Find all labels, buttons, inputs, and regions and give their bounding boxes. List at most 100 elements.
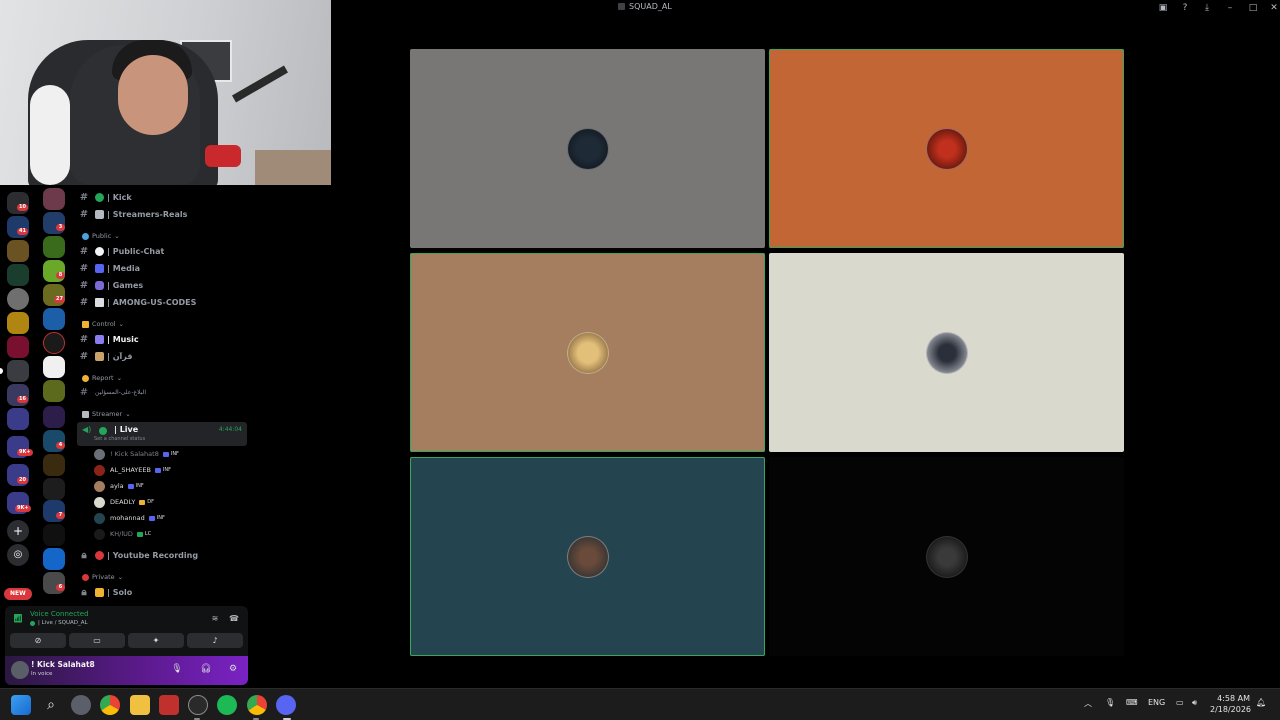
- channel-solo[interactable]: 🔒︎ | Solo: [78, 584, 246, 600]
- camera-off-button[interactable]: ⊘: [10, 633, 66, 648]
- screen-share-icon[interactable]: ▣: [1155, 1, 1171, 15]
- voice-member[interactable]: KH/lUD LC: [94, 527, 151, 541]
- chrome-icon[interactable]: [247, 695, 267, 715]
- search-icon[interactable]: ⌕: [41, 695, 61, 715]
- server-icon[interactable]: [43, 236, 65, 258]
- server-icon[interactable]: [43, 356, 65, 378]
- activities-button[interactable]: ✦: [128, 633, 184, 648]
- disconnect-icon[interactable]: ☎: [228, 614, 240, 624]
- screen-share-button[interactable]: ▭: [69, 633, 125, 648]
- server-icon[interactable]: [7, 264, 29, 286]
- server-icon[interactable]: [43, 332, 65, 354]
- maximize-button[interactable]: □: [1245, 1, 1261, 15]
- download-icon[interactable]: ⤓: [1199, 1, 1215, 15]
- system-clock[interactable]: 4:58 AM 2/18/2026: [1210, 693, 1251, 715]
- hash-icon: #: [79, 245, 89, 257]
- hash-icon: #: [79, 333, 89, 345]
- video-tile[interactable]: [769, 49, 1124, 248]
- help-icon[interactable]: ?: [1177, 1, 1193, 15]
- channel-games[interactable]: # | Games: [78, 277, 246, 293]
- server-icon[interactable]: [43, 454, 65, 476]
- microphone-icon[interactable]: 🎙︎: [171, 664, 183, 676]
- spotify-icon[interactable]: [217, 695, 237, 715]
- headphones-icon[interactable]: 🎧︎: [200, 664, 212, 676]
- category-control[interactable]: Control ⌄: [82, 320, 124, 328]
- server-icon[interactable]: [7, 288, 29, 310]
- voice-location[interactable]: | Live / SQUAD_AL: [30, 620, 88, 626]
- channel-among-us-codes[interactable]: # | AMONG-US-CODES: [78, 294, 246, 310]
- category-private[interactable]: Private ⌄: [82, 573, 123, 581]
- server-icon[interactable]: [43, 548, 65, 570]
- video-tile[interactable]: [769, 253, 1124, 452]
- app-icon[interactable]: [188, 695, 208, 715]
- channel-streamers-reals[interactable]: # | Streamers-Reals: [78, 206, 246, 222]
- channel-status[interactable]: Set a channel status: [94, 436, 145, 442]
- new-badge: NEW: [4, 588, 32, 600]
- voice-member[interactable]: DEADLY DF: [94, 495, 154, 509]
- windows-start-icon[interactable]: [11, 695, 31, 715]
- file-explorer-icon[interactable]: [130, 695, 150, 715]
- soundboard-button[interactable]: ♪: [187, 633, 243, 648]
- gamepad-icon: [95, 280, 104, 290]
- badge-icon: [127, 483, 134, 489]
- channel-public-chat[interactable]: # | Public-Chat: [78, 243, 246, 259]
- server-icon[interactable]: [43, 478, 65, 500]
- discord-icon[interactable]: [276, 695, 296, 715]
- close-button[interactable]: ✕: [1266, 1, 1280, 15]
- chrome-icon[interactable]: [100, 695, 120, 715]
- server-icon[interactable]: [7, 240, 29, 262]
- server-icon[interactable]: [43, 308, 65, 330]
- app-icon[interactable]: [159, 695, 179, 715]
- noise-suppression-icon[interactable]: ≋: [209, 614, 221, 624]
- volume-icon[interactable]: 🔊︎: [1192, 698, 1197, 708]
- voice-channel-live[interactable]: ◀) | Live Set a channel status 4:44:04: [77, 422, 247, 446]
- category-public[interactable]: Public ⌄: [82, 232, 120, 240]
- video-tile[interactable]: [410, 49, 765, 248]
- gear-icon[interactable]: ⚙: [227, 664, 239, 676]
- server-icon[interactable]: [43, 380, 65, 402]
- add-server-icon[interactable]: +: [7, 520, 29, 542]
- channel-music[interactable]: # | Music: [78, 331, 246, 347]
- category-streamer[interactable]: Streamer ⌄: [82, 410, 131, 418]
- person-face: [118, 55, 188, 135]
- video-tile[interactable]: [769, 457, 1124, 656]
- server-icon[interactable]: [7, 360, 29, 382]
- server-icon[interactable]: [7, 336, 29, 358]
- minimize-button[interactable]: –: [1222, 1, 1238, 15]
- voice-member[interactable]: mohannad INF: [94, 511, 165, 525]
- signal-icon[interactable]: 📶︎: [13, 614, 23, 624]
- channel-report[interactable]: # البلاغ-على-المسؤلين: [78, 384, 246, 400]
- voice-member[interactable]: AL_SHAYEEB INF: [94, 463, 171, 477]
- channel-youtube-recording[interactable]: 🔒︎ | Youtube Recording: [78, 547, 246, 563]
- folder-icon[interactable]: [7, 408, 29, 430]
- voice-member[interactable]: ! Kick Salahat8 INF: [94, 447, 179, 461]
- channel-kick[interactable]: # | Kick: [78, 189, 246, 205]
- language-indicator[interactable]: ENG: [1148, 698, 1165, 707]
- avatar[interactable]: [11, 661, 29, 679]
- settings-icon[interactable]: [71, 695, 91, 715]
- speaker-icon: ◀): [82, 425, 92, 434]
- network-icon[interactable]: ▭: [1176, 698, 1184, 707]
- channel-quran[interactable]: # | قرآن: [78, 348, 246, 364]
- chevron-up-icon[interactable]: ︿: [1084, 698, 1092, 709]
- server-icon[interactable]: [43, 524, 65, 546]
- server-icon[interactable]: [7, 312, 29, 334]
- video-tile[interactable]: [410, 253, 765, 452]
- microphone-icon[interactable]: 🎙︎: [1105, 698, 1115, 707]
- voice-member[interactable]: ayla INF: [94, 479, 144, 493]
- notification-bell-icon[interactable]: 🔔︎: [1256, 698, 1266, 707]
- keyboard-icon[interactable]: ⌨: [1126, 698, 1138, 707]
- control-icon: [82, 320, 89, 328]
- microphone: [205, 145, 241, 167]
- unread-badge: 7: [56, 512, 65, 519]
- video-tile[interactable]: [410, 457, 765, 656]
- server-icon[interactable]: [43, 188, 65, 210]
- category-report[interactable]: Report ⌄: [82, 374, 122, 382]
- discover-icon[interactable]: ◎: [7, 544, 29, 566]
- voice-status[interactable]: Voice Connected: [30, 610, 89, 618]
- unread-badge: 20: [17, 477, 28, 484]
- server-icon[interactable]: [43, 406, 65, 428]
- username[interactable]: ! Kick Salahat8: [31, 660, 95, 669]
- channel-media[interactable]: # | Media: [78, 260, 246, 276]
- avatar: [94, 512, 105, 524]
